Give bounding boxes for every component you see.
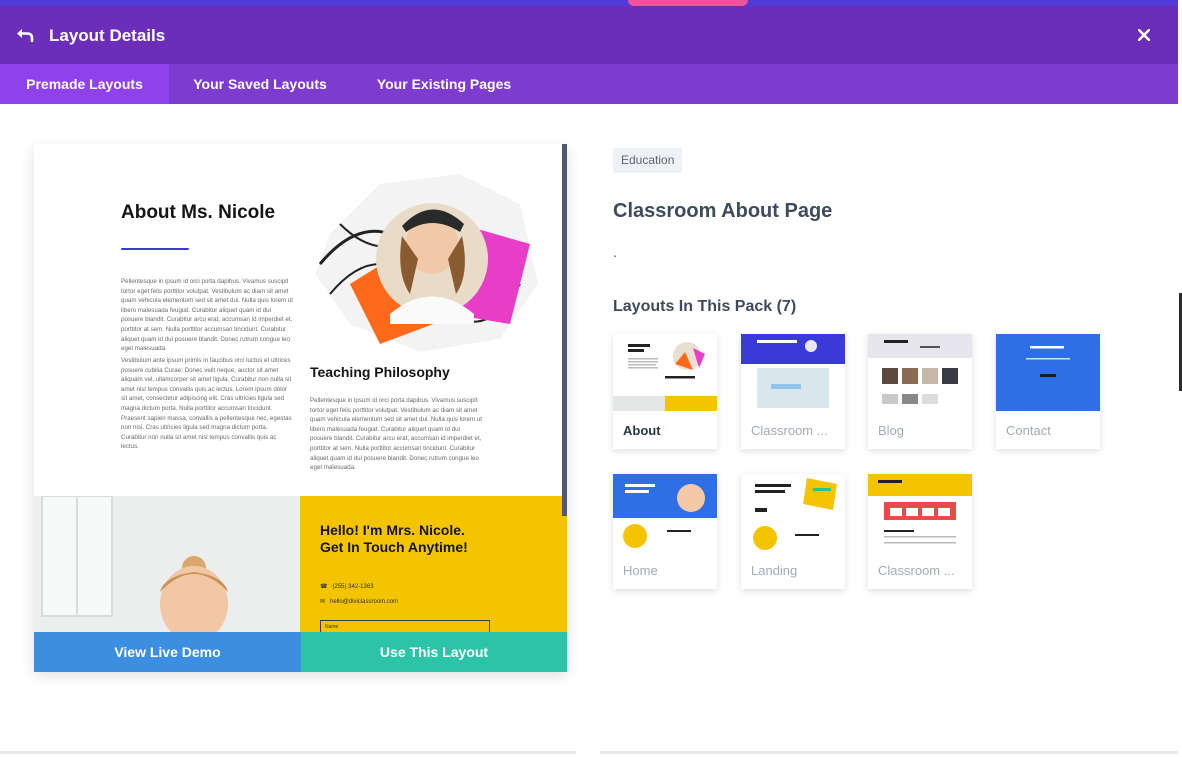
preview-phone: ☎ (255) 342-1363 bbox=[320, 583, 374, 590]
preview-contact-heading: Hello! I'm Mrs. Nicole. Get In Touch Any… bbox=[320, 522, 468, 555]
use-this-layout-button[interactable]: Use This Layout bbox=[301, 632, 567, 672]
teacher-photo bbox=[315, 174, 538, 352]
pack-card-label: Classroom ... bbox=[751, 423, 828, 438]
preview-scrollbar[interactable] bbox=[562, 144, 567, 516]
pack-card-label: About bbox=[623, 423, 661, 438]
preview-paragraph: Vestibulum ante ipsum primis in faucibus… bbox=[121, 357, 292, 451]
pack-card-home[interactable]: Home bbox=[613, 474, 717, 589]
preview-teaching-heading: Teaching Philosophy bbox=[310, 364, 450, 380]
page-scrollbar-track bbox=[1178, 0, 1182, 757]
preview-heading: About Ms. Nicole bbox=[121, 202, 276, 223]
pack-card-label: Contact bbox=[1006, 423, 1051, 438]
pack-thumbnail bbox=[741, 474, 845, 551]
modal-title: Layout Details bbox=[49, 26, 166, 45]
preview-underline bbox=[121, 248, 189, 250]
pack-card-about[interactable]: About bbox=[613, 334, 717, 449]
tab-premade-layouts[interactable]: Premade Layouts bbox=[0, 64, 169, 104]
category-tag[interactable]: Education bbox=[613, 148, 683, 173]
layout-details-modal: Layout Details Premade Layouts Your Save… bbox=[0, 6, 1178, 754]
pack-card-label: Classroom ... bbox=[878, 563, 955, 578]
layout-preview[interactable]: About Ms. Nicole Pellentesque in ipsum i… bbox=[34, 144, 567, 672]
phone-icon: ☎ bbox=[320, 584, 328, 590]
layout-name: Classroom About Page bbox=[613, 200, 833, 222]
close-icon bbox=[1138, 29, 1150, 41]
preview-paragraph: Pellentesque in ipsum id orci porta dapi… bbox=[310, 397, 482, 472]
pack-thumbnail bbox=[613, 334, 717, 411]
pack-title: Layouts In This Pack (7) bbox=[613, 298, 797, 315]
layout-description: . bbox=[613, 244, 617, 260]
preview-email: ✉ hello@diviclassroom.com bbox=[320, 598, 398, 605]
pack-card-classroom-resources[interactable]: Classroom ... bbox=[868, 474, 972, 589]
pack-card-label: Blog bbox=[878, 423, 905, 438]
back-button[interactable] bbox=[14, 24, 36, 46]
modal-bottom-edge bbox=[600, 751, 1178, 754]
pack-thumbnail bbox=[741, 334, 845, 411]
modal-header: Layout Details bbox=[0, 6, 1178, 64]
view-live-demo-button[interactable]: View Live Demo bbox=[34, 632, 301, 672]
undo-arrow-icon bbox=[17, 29, 34, 42]
email-icon: ✉ bbox=[320, 599, 326, 605]
pack-card-classroom[interactable]: Classroom ... bbox=[741, 334, 845, 449]
modal-bottom-edge bbox=[0, 751, 576, 754]
close-button[interactable] bbox=[1132, 23, 1156, 47]
pack-card-label: Landing bbox=[751, 563, 798, 578]
pack-card-label: Home bbox=[623, 563, 658, 578]
pack-thumbnail bbox=[613, 474, 717, 551]
pack-card-contact[interactable]: Contact bbox=[996, 334, 1100, 449]
tab-your-existing-pages[interactable]: Your Existing Pages bbox=[368, 64, 520, 104]
pack-card-landing[interactable]: Landing bbox=[741, 474, 845, 589]
pack-card-blog[interactable]: Blog bbox=[868, 334, 972, 449]
pack-thumbnail bbox=[996, 334, 1100, 411]
pack-thumbnail bbox=[868, 334, 972, 411]
tab-your-saved-layouts[interactable]: Your Saved Layouts bbox=[178, 64, 342, 104]
preview-phone-text: (255) 342-1363 bbox=[332, 584, 374, 590]
pack-thumbnail bbox=[868, 474, 972, 551]
tab-bar: Premade Layouts Your Saved Layouts Your … bbox=[0, 64, 1178, 104]
preview-paragraph: Pellentesque in ipsum id orci porta dapi… bbox=[121, 278, 293, 353]
preview-email-text: hello@diviclassroom.com bbox=[330, 599, 399, 605]
